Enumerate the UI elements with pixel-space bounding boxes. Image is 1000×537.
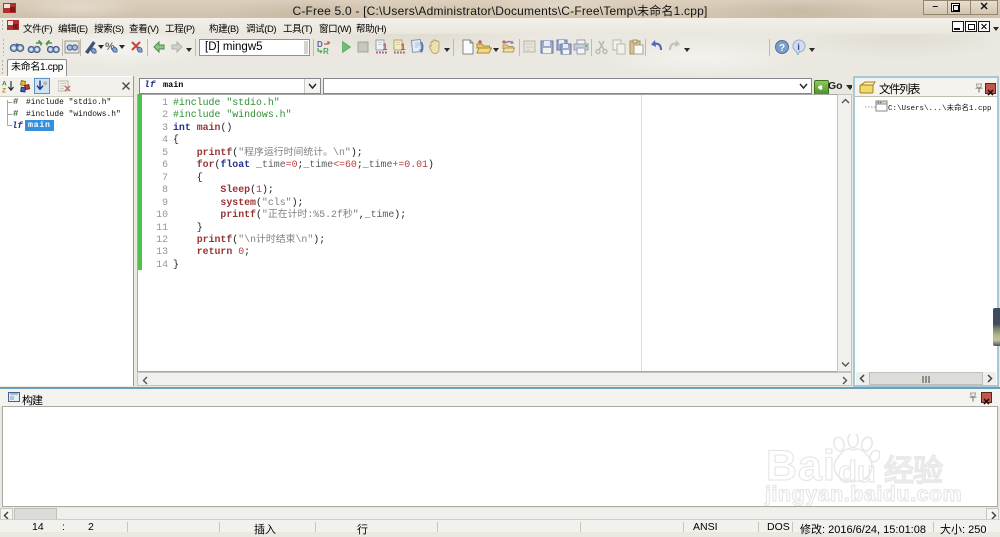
svg-text:?: ? — [779, 43, 785, 54]
svg-text:i: i — [797, 42, 800, 53]
svg-text:1: 1 — [401, 42, 406, 52]
svg-text:1: 1 — [383, 42, 388, 52]
svg-text:Z: Z — [2, 88, 6, 94]
svg-text:R: R — [323, 47, 329, 55]
svg-text:A: A — [2, 81, 7, 88]
